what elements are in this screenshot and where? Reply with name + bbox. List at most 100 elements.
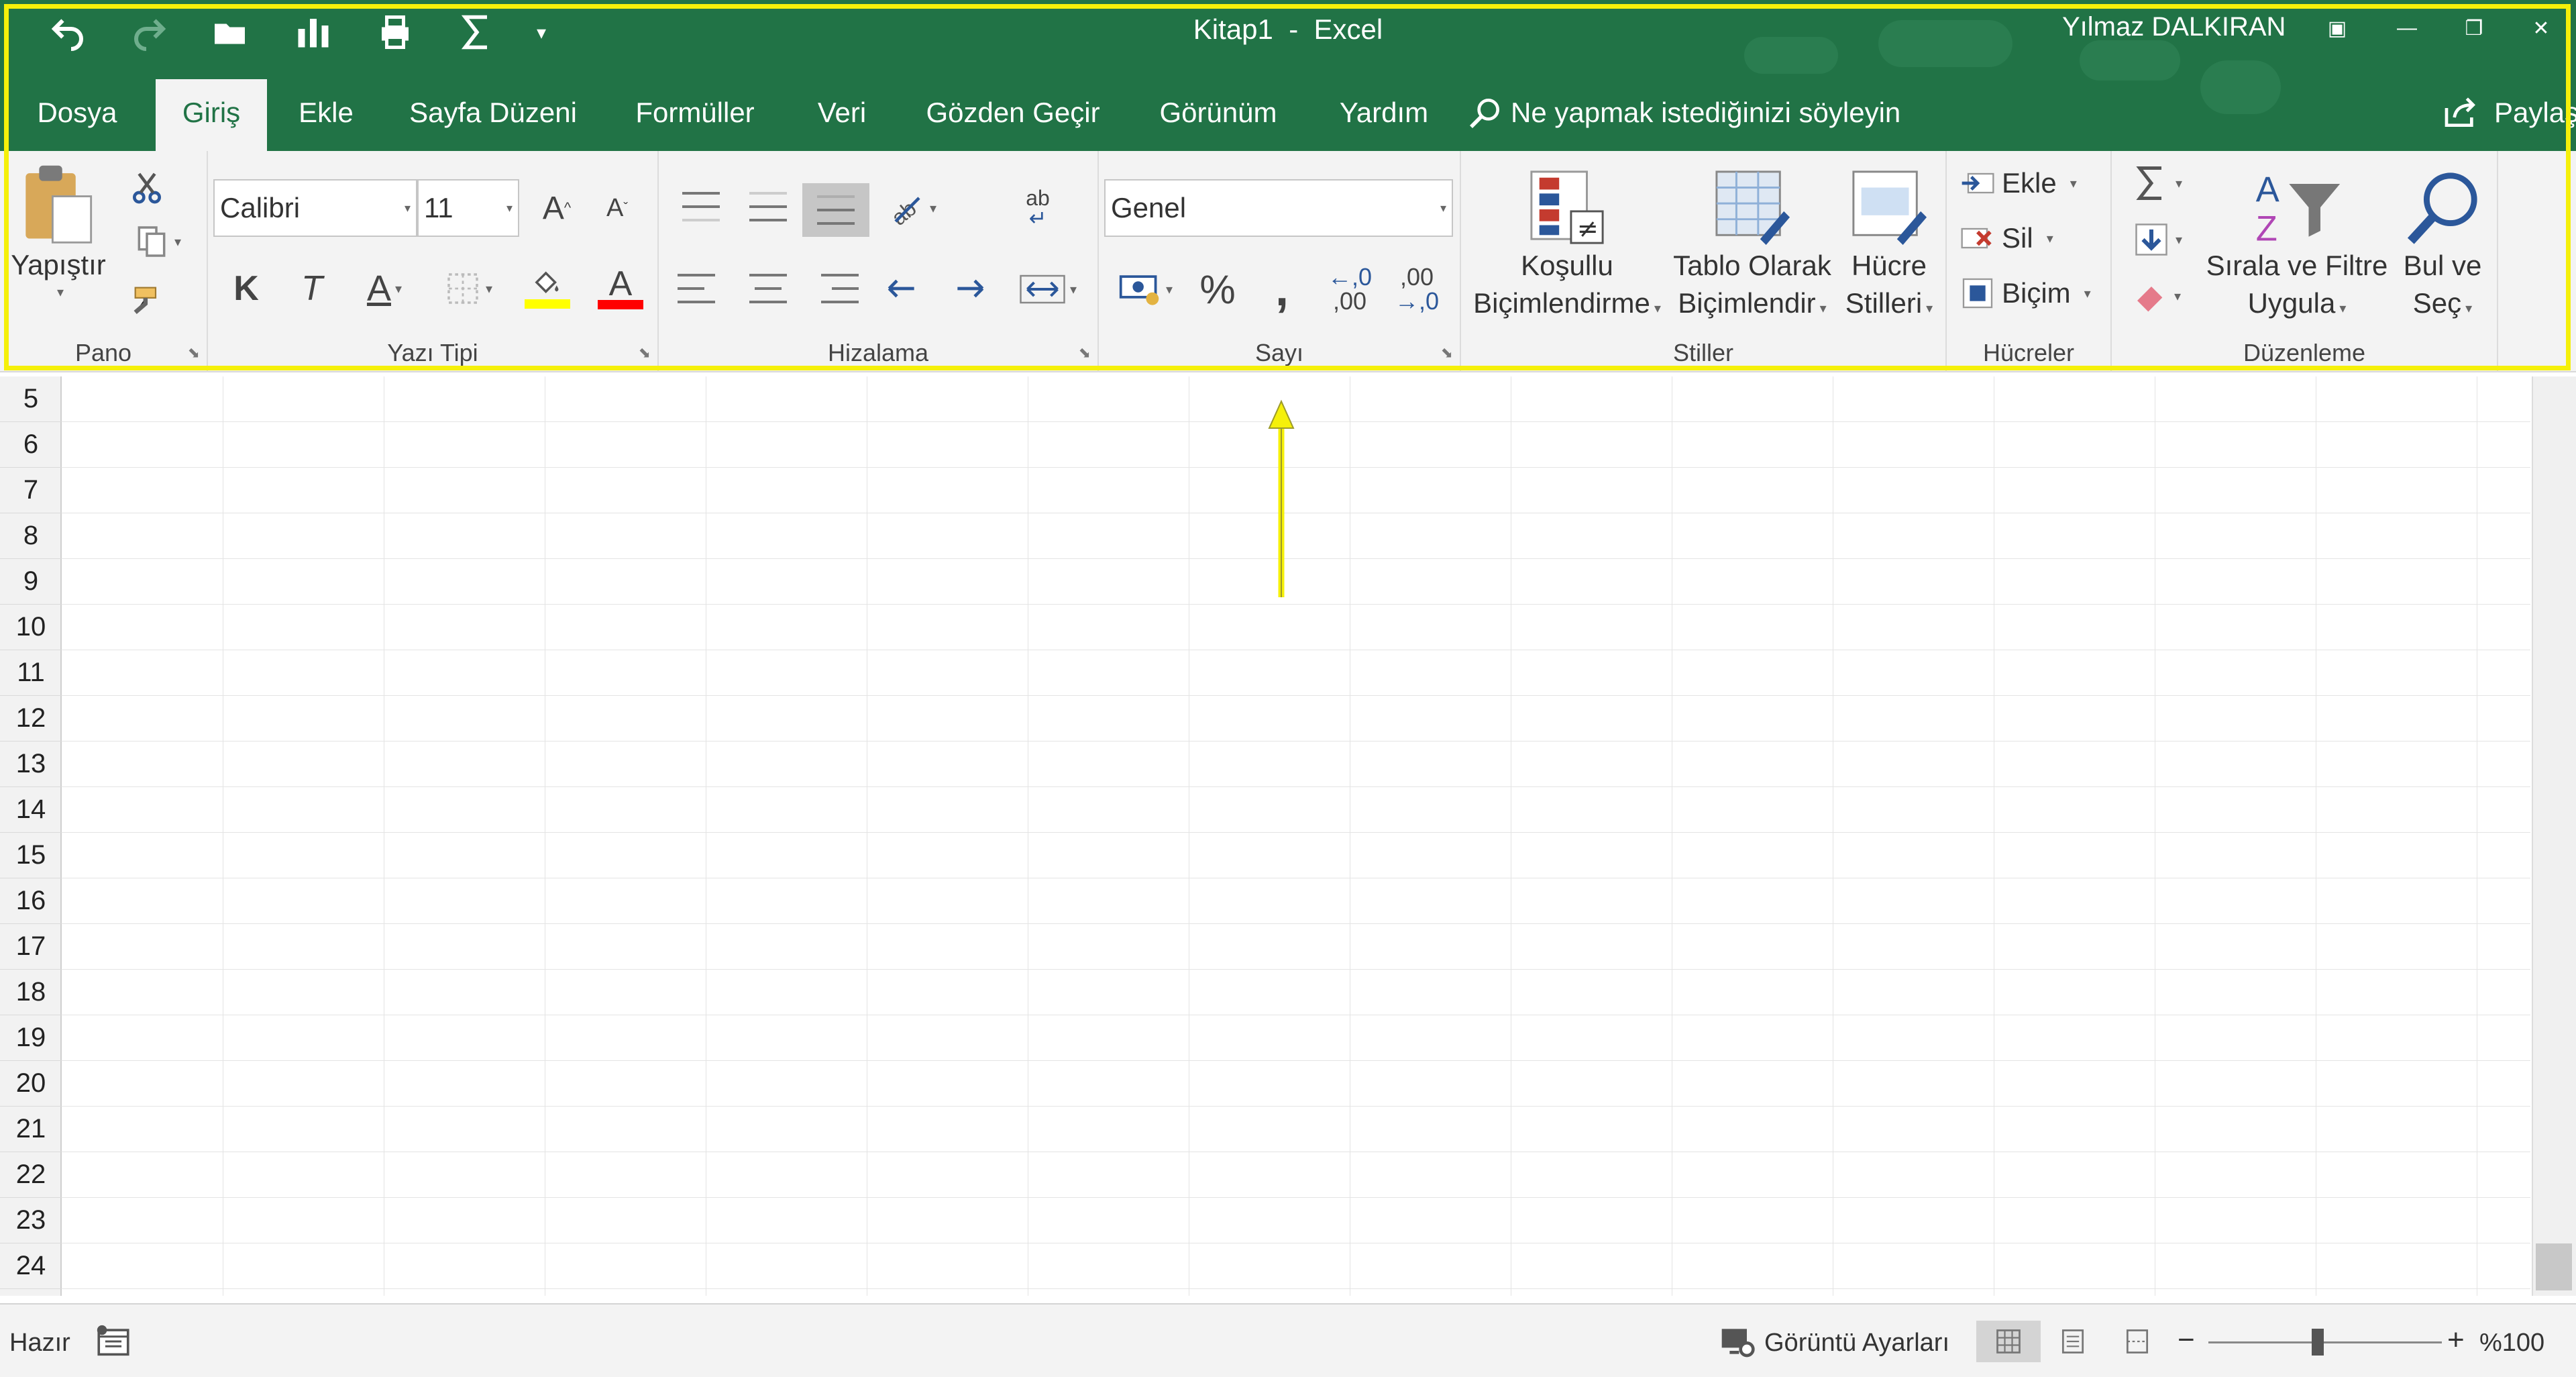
row-header[interactable]: 23 bbox=[0, 1198, 62, 1243]
format-cells-button[interactable]: Biçim ▾ bbox=[1959, 266, 2104, 320]
close-icon[interactable]: ✕ bbox=[2514, 8, 2568, 48]
dialog-launcher-icon[interactable]: ⬊ bbox=[639, 344, 651, 362]
increase-indent-icon[interactable] bbox=[943, 265, 997, 312]
display-settings-icon[interactable] bbox=[1711, 1321, 1764, 1362]
display-settings-label[interactable]: Görüntü Ayarları bbox=[1764, 1329, 1949, 1358]
dialog-launcher-icon[interactable]: ⬊ bbox=[188, 344, 200, 362]
minimize-icon[interactable]: — bbox=[2380, 8, 2434, 48]
tab-veri[interactable]: Veri bbox=[798, 79, 885, 151]
macro-record-icon[interactable] bbox=[83, 1321, 144, 1362]
align-bottom-icon[interactable] bbox=[802, 183, 869, 237]
decrease-indent-icon[interactable] bbox=[875, 265, 928, 312]
open-folder-icon[interactable] bbox=[191, 5, 272, 59]
row-header[interactable]: 18 bbox=[0, 970, 62, 1015]
chart-icon[interactable] bbox=[272, 5, 354, 59]
percent-style-button[interactable]: % bbox=[1187, 262, 1248, 316]
row-header[interactable]: 13 bbox=[0, 742, 62, 787]
format-painter-icon[interactable] bbox=[123, 276, 170, 323]
redo-icon[interactable] bbox=[109, 5, 191, 59]
borders-button[interactable]: ▾ bbox=[429, 258, 507, 319]
increase-font-size-button[interactable]: A ^ bbox=[527, 179, 586, 237]
conditional-formatting-button[interactable]: ≠ Koşullu Biçimlendirme ▾ bbox=[1466, 160, 1668, 335]
vertical-scrollbar[interactable] bbox=[2532, 376, 2576, 1296]
customize-qat-icon[interactable]: ▾ bbox=[518, 5, 565, 59]
italic-button[interactable]: T bbox=[283, 258, 341, 319]
bold-button[interactable]: K bbox=[217, 258, 275, 319]
row-header[interactable]: 19 bbox=[0, 1015, 62, 1061]
paste-button[interactable]: Yapıştır ▾ bbox=[8, 160, 109, 301]
row-header[interactable]: 24 bbox=[0, 1243, 62, 1289]
ribbon-display-options-icon[interactable]: ▣ bbox=[2310, 8, 2364, 48]
align-middle-icon[interactable] bbox=[745, 183, 792, 230]
align-right-icon[interactable] bbox=[812, 265, 859, 312]
row-header[interactable]: 16 bbox=[0, 878, 62, 924]
page-layout-view-icon[interactable] bbox=[2041, 1321, 2105, 1362]
print-preview-icon[interactable] bbox=[354, 5, 436, 59]
tell-me-search[interactable]: Ne yapmak istediğinizi söyleyin bbox=[1466, 94, 1900, 132]
zoom-in-button[interactable]: + bbox=[2447, 1323, 2465, 1357]
tab-dosya[interactable]: Dosya bbox=[13, 79, 141, 151]
number-format-box[interactable]: Genel ▾ bbox=[1104, 179, 1453, 237]
autosum-icon[interactable] bbox=[436, 5, 518, 59]
user-name[interactable]: Yılmaz DALKIRAN bbox=[2062, 12, 2286, 42]
delete-cells-button[interactable]: Sil ▾ bbox=[1959, 211, 2104, 265]
row-header[interactable]: 9 bbox=[0, 559, 62, 605]
row-header[interactable]: 7 bbox=[0, 468, 62, 513]
row-header[interactable]: 21 bbox=[0, 1107, 62, 1152]
tab-yardim[interactable]: Yardım bbox=[1327, 79, 1441, 151]
tab-formuller[interactable]: Formüller bbox=[616, 79, 774, 151]
row-header[interactable]: 8 bbox=[0, 513, 62, 559]
row-header[interactable]: 17 bbox=[0, 924, 62, 970]
align-left-icon[interactable] bbox=[678, 265, 724, 312]
tab-gorunum[interactable]: Görünüm bbox=[1140, 79, 1296, 151]
zoom-slider-track[interactable] bbox=[2208, 1341, 2442, 1343]
share-button[interactable]: Paylaş bbox=[2442, 94, 2576, 132]
tab-giris[interactable]: Giriş bbox=[156, 79, 267, 151]
insert-cells-button[interactable]: Ekle ▾ bbox=[1959, 156, 2104, 210]
align-top-icon[interactable] bbox=[678, 183, 724, 230]
row-header[interactable]: 20 bbox=[0, 1061, 62, 1107]
row-header[interactable]: 22 bbox=[0, 1152, 62, 1198]
scrollbar-thumb[interactable] bbox=[2536, 1243, 2572, 1290]
fill-color-button[interactable] bbox=[510, 258, 585, 319]
dialog-launcher-icon[interactable]: ⬊ bbox=[1079, 344, 1091, 362]
paste-dropdown-icon[interactable]: ▾ bbox=[57, 284, 64, 301]
decrease-decimal-button[interactable]: ,00 →,0 bbox=[1383, 257, 1450, 321]
sort-filter-button[interactable]: A Z Sırala ve Filtre Uygula ▾ bbox=[2203, 160, 2391, 335]
page-break-view-icon[interactable] bbox=[2105, 1321, 2169, 1362]
clear-button[interactable]: ▾ bbox=[2120, 269, 2194, 323]
copy-icon[interactable]: ▾ bbox=[123, 218, 191, 265]
row-header[interactable]: 14 bbox=[0, 787, 62, 833]
accounting-format-button[interactable]: ▾ bbox=[1108, 262, 1182, 316]
tab-ekle[interactable]: Ekle bbox=[282, 79, 370, 151]
font-size-box[interactable]: 11 ▾ bbox=[417, 179, 519, 237]
zoom-out-button[interactable]: − bbox=[2178, 1323, 2195, 1357]
decrease-font-size-button[interactable]: Aˇ bbox=[588, 179, 647, 237]
undo-icon[interactable] bbox=[27, 5, 109, 59]
wrap-text-button[interactable]: ab ↵ bbox=[1008, 179, 1068, 237]
row-header[interactable]: 11 bbox=[0, 650, 62, 696]
orientation-icon[interactable]: ab ▾ bbox=[877, 179, 945, 237]
merge-center-button[interactable]: ▾ bbox=[1008, 264, 1088, 315]
tab-gozden-gecir[interactable]: Gözden Geçir bbox=[915, 79, 1111, 151]
cut-icon[interactable] bbox=[123, 164, 170, 211]
zoom-slider-thumb[interactable] bbox=[2312, 1329, 2324, 1356]
row-header[interactable]: 12 bbox=[0, 696, 62, 742]
row-header[interactable]: 15 bbox=[0, 833, 62, 878]
underline-button[interactable]: A ▾ bbox=[347, 258, 421, 319]
dialog-launcher-icon[interactable]: ⬊ bbox=[1441, 344, 1453, 362]
format-as-table-button[interactable]: Tablo Olarak Biçimlendir ▾ bbox=[1673, 160, 1831, 335]
cell-styles-button[interactable]: Hücre Stilleri ▾ bbox=[1837, 160, 1941, 335]
align-center-icon[interactable] bbox=[745, 265, 792, 312]
row-header[interactable]: 5 bbox=[0, 376, 62, 422]
autosum-button[interactable]: ▾ bbox=[2120, 156, 2194, 210]
find-select-button[interactable]: Bul ve Seç ▾ bbox=[2392, 160, 2493, 335]
increase-decimal-button[interactable]: ←,0 ,00 bbox=[1316, 257, 1383, 321]
restore-icon[interactable]: ❐ bbox=[2447, 8, 2501, 48]
font-name-box[interactable]: Calibri ▾ bbox=[213, 179, 417, 237]
row-header[interactable]: 10 bbox=[0, 605, 62, 650]
normal-view-icon[interactable] bbox=[1976, 1321, 2041, 1362]
comma-style-button[interactable]: , bbox=[1252, 262, 1312, 316]
tab-sayfa-duzeni[interactable]: Sayfa Düzeni bbox=[397, 79, 589, 151]
fill-button[interactable]: ▾ bbox=[2120, 213, 2194, 266]
